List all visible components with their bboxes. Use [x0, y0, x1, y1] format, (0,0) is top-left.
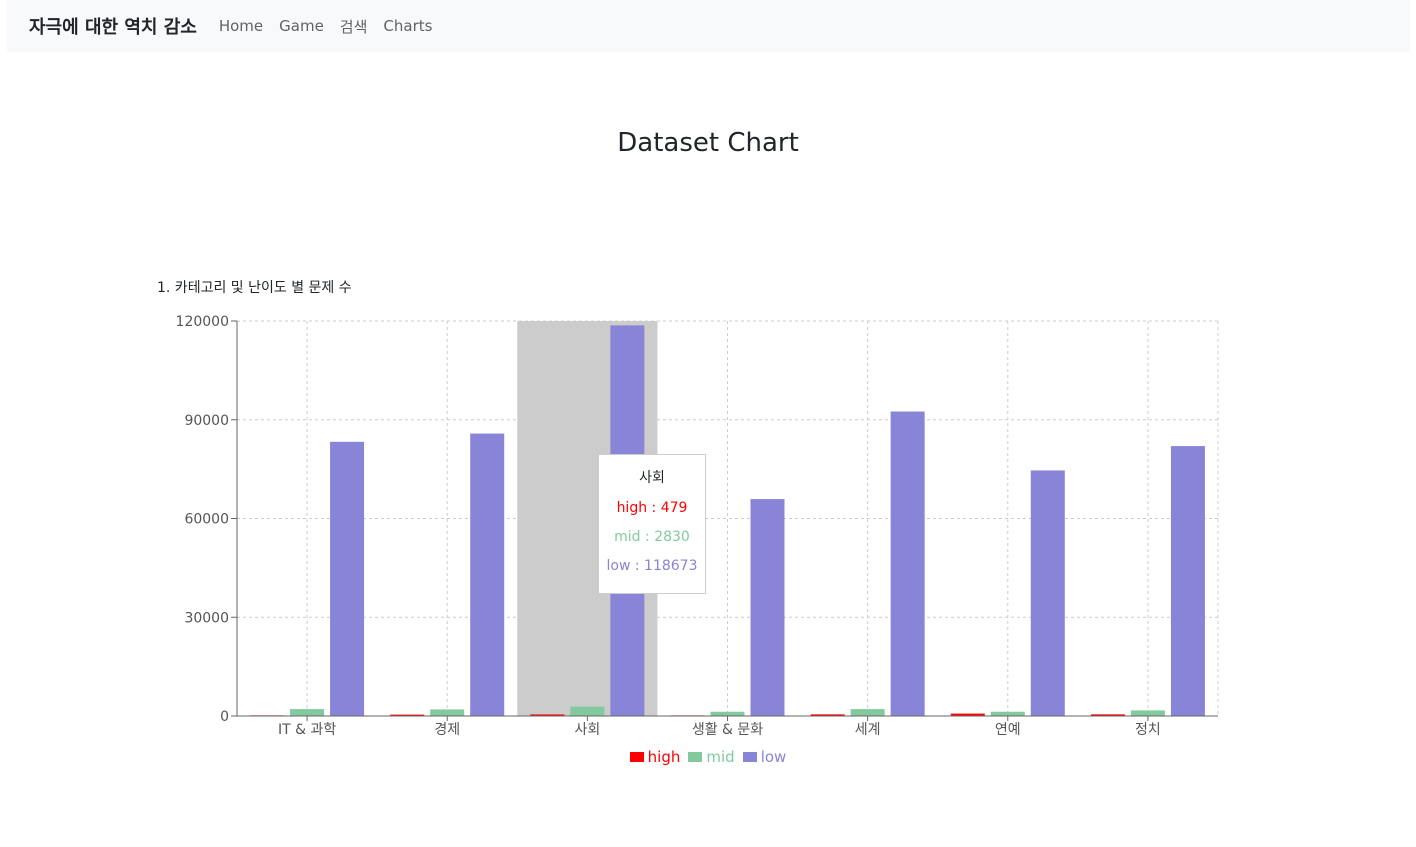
legend-item-low[interactable]: low — [742, 748, 787, 766]
x-tick-label: 정치 — [1135, 722, 1161, 738]
bar-low[interactable] — [1170, 446, 1205, 716]
bar-mid[interactable] — [570, 706, 605, 716]
bar-low[interactable] — [470, 433, 505, 716]
y-tick-label: 90000 — [184, 413, 229, 429]
x-tick-label: 연예 — [995, 722, 1021, 738]
tooltip-mid: mid : 2830 — [614, 529, 690, 545]
chart-tooltip: 사회 high : 479 mid : 2830 low : 118673 — [598, 454, 706, 594]
legend-swatch-low — [742, 752, 757, 762]
y-tick-label: 30000 — [184, 610, 229, 626]
tooltip-title: 사회 — [639, 470, 665, 486]
legend-item-high[interactable]: high — [629, 748, 681, 766]
bar-mid[interactable] — [430, 709, 465, 716]
bar-low[interactable] — [890, 411, 925, 716]
bar-mid[interactable] — [1130, 710, 1165, 716]
x-tick-label: 경제 — [434, 722, 460, 738]
bar-low[interactable] — [1030, 470, 1065, 716]
y-tick-label: 120000 — [176, 314, 229, 330]
bar-mid[interactable] — [990, 711, 1025, 716]
x-tick-label: IT & 과학 — [278, 722, 336, 738]
bar-mid[interactable] — [710, 711, 745, 716]
x-tick-label: 사회 — [574, 722, 600, 738]
bar-low[interactable] — [750, 499, 785, 716]
tooltip-low: low : 118673 — [606, 558, 698, 574]
legend-label-mid: mid — [706, 748, 735, 766]
bar-chart: 0300006000090000120000IT & 과학 경제 사회 생활 & 문화… — [176, 314, 1219, 738]
legend-label-high: high — [647, 748, 681, 766]
bar-mid[interactable] — [290, 709, 325, 716]
y-tick-label: 0 — [220, 709, 229, 725]
bar-low[interactable] — [330, 441, 365, 716]
bar-mid[interactable] — [850, 709, 885, 716]
legend-label-low: low — [760, 748, 787, 766]
legend-swatch-high — [629, 752, 644, 762]
legend-item-mid[interactable]: mid — [688, 748, 735, 766]
chart-legend: high mid low — [0, 748, 1416, 766]
tooltip-high: high : 479 — [616, 500, 688, 516]
legend-swatch-mid — [688, 752, 703, 762]
x-tick-label: 세계 — [855, 722, 881, 738]
y-tick-label: 60000 — [184, 512, 229, 528]
x-tick-label: 생활 & 문화 — [692, 722, 763, 738]
